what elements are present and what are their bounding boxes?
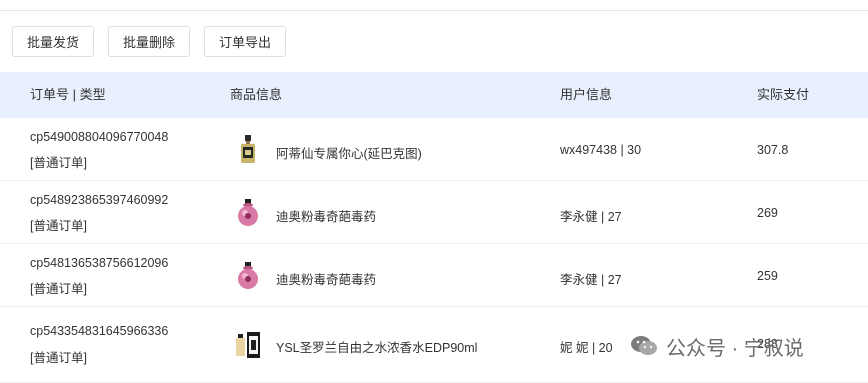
wechat-icon — [631, 336, 657, 355]
user-info: wx497438 | 30 — [560, 143, 642, 157]
goods-name: 阿蒂仙专属你心(延巴克图) — [276, 147, 422, 161]
header-goods: 商品信息 — [230, 87, 283, 102]
payment-amount: 269 — [757, 206, 778, 220]
header-user: 用户信息 — [560, 87, 613, 102]
toolbar: 批量发货 批量删除 订单导出 — [12, 26, 287, 57]
goods-name: 迪奥粉毒奇葩毒药 — [276, 210, 377, 224]
top-divider — [0, 10, 868, 11]
perfume-bottle-pink-icon — [238, 262, 258, 289]
order-type: [普通订单] — [30, 219, 87, 233]
goods-name: YSL圣罗兰自由之水浓香水EDP90ml — [276, 341, 478, 355]
watermark-text: 公众号 · 宁叔说 — [666, 337, 804, 360]
user-info: 李永健 | 27 — [560, 210, 622, 224]
table-row[interactable]: cp548136538756612096 [普通订单] 迪奥粉毒奇葩毒药 李永健… — [0, 244, 868, 307]
order-number: cp548136538756612096 — [30, 256, 169, 270]
batch-delete-button[interactable]: 批量删除 — [108, 26, 191, 57]
table-header: 订单号 | 类型 商品信息 用户信息 实际支付 — [0, 72, 868, 118]
order-number: cp548923865397460992 — [30, 193, 169, 207]
watermark: 公众号 · 宁叔说 — [628, 330, 804, 362]
user-info: 李永健 | 27 — [560, 273, 622, 287]
user-info: 妮 妮 | 20 — [560, 341, 613, 355]
order-number: cp543354831645966336 — [30, 324, 169, 338]
order-type: [普通订单] — [30, 351, 87, 365]
table-row[interactable]: cp548923865397460992 [普通订单] 迪奥粉毒奇葩毒药 李永健… — [0, 181, 868, 244]
export-orders-button[interactable]: 订单导出 — [204, 26, 287, 57]
payment-amount: 259 — [757, 269, 778, 283]
order-number: cp549008804096770048 — [30, 130, 169, 144]
table-row[interactable]: cp549008804096770048 [普通订单] 阿蒂仙专属你心(延巴克图… — [0, 118, 868, 181]
order-type: [普通订单] — [30, 282, 87, 296]
perfume-bottle-gold-icon — [241, 135, 255, 163]
header-pay: 实际支付 — [757, 87, 810, 102]
batch-ship-button[interactable]: 批量发货 — [12, 26, 95, 57]
order-type: [普通订单] — [30, 156, 87, 170]
header-order: 订单号 | 类型 — [30, 87, 106, 102]
perfume-box-ysl-icon — [236, 332, 260, 358]
perfume-bottle-pink-icon — [238, 199, 258, 226]
payment-amount: 307.8 — [757, 143, 789, 157]
goods-name: 迪奥粉毒奇葩毒药 — [276, 273, 377, 287]
